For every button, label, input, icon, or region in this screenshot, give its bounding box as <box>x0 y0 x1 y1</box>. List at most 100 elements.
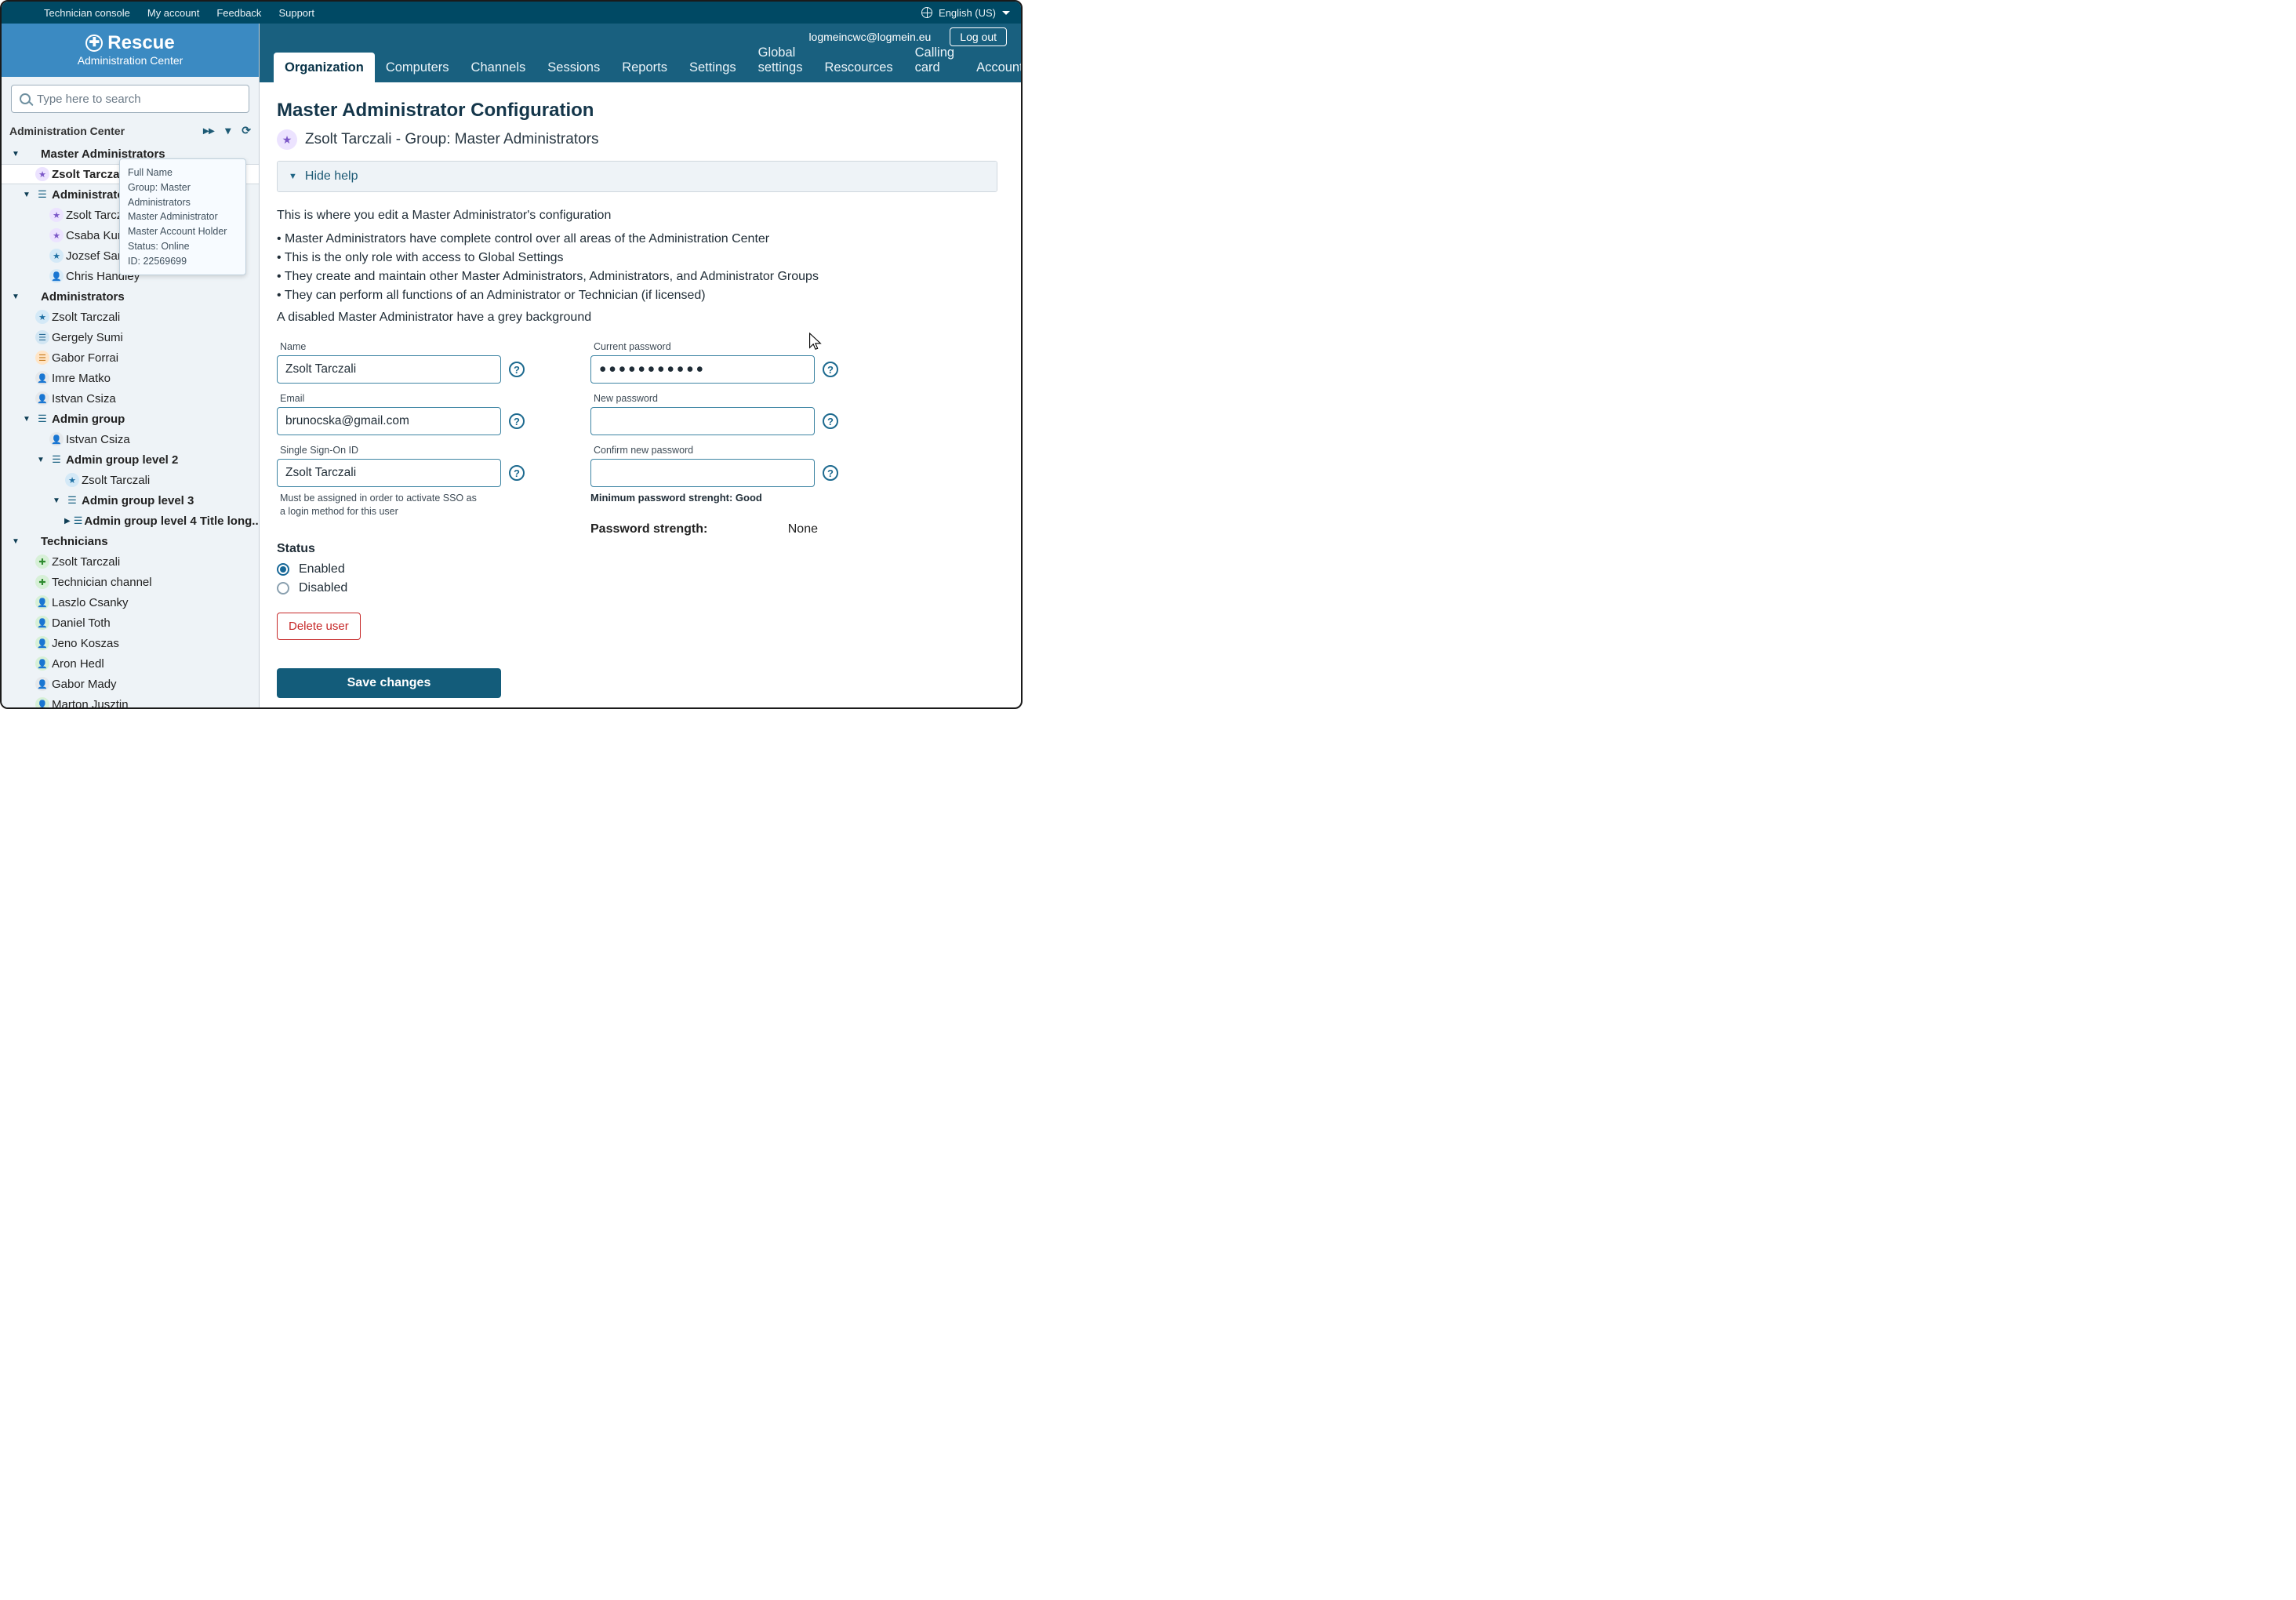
node-label: Imre Matko <box>52 372 111 385</box>
confirm-password-field[interactable] <box>590 459 815 487</box>
tree-node-zt5[interactable]: ✚Zsolt Tarczali <box>2 551 259 572</box>
node-label: Zsolt Tarczali <box>82 474 150 487</box>
brand-name: Rescue <box>107 34 174 53</box>
twisty-icon: ▼ <box>11 150 20 158</box>
help-icon[interactable]: ? <box>823 465 838 481</box>
help-icon[interactable]: ? <box>823 362 838 377</box>
delete-user-button[interactable]: Delete user <box>277 613 361 640</box>
link-my-account[interactable]: My account <box>147 7 199 19</box>
help-bullet: They can perform all functions of an Adm… <box>277 286 997 305</box>
node-icon: 👤 <box>35 391 50 405</box>
radio-on-icon <box>277 563 289 576</box>
tree-node-ag4[interactable]: ▶☰Admin group level 4 Title long... <box>2 511 259 531</box>
node-icon: 👤 <box>49 269 64 283</box>
node-label: Jeno Koszas <box>52 637 119 650</box>
node-icon: ✚ <box>35 555 50 569</box>
help-icon[interactable]: ? <box>509 362 525 377</box>
node-icon: ✚ <box>35 575 50 589</box>
tab-settings[interactable]: Settings <box>678 53 747 82</box>
node-icon: ☰ <box>35 413 50 425</box>
cursor-icon <box>806 332 823 352</box>
tree-node-mj[interactable]: 👤Marton Jusztin <box>2 694 259 707</box>
tree-node-ic2[interactable]: 👤Istvan Csiza <box>2 429 259 449</box>
tab-global-settings[interactable]: Global settings <box>747 38 814 82</box>
tree-node-ag[interactable]: ▼☰Admin group <box>2 409 259 429</box>
node-label: Daniel Toth <box>52 616 111 630</box>
tree-node-gf[interactable]: ☰Gabor Forrai <box>2 347 259 368</box>
node-icon: ★ <box>49 228 64 242</box>
sso-hint: Must be assigned in order to activate SS… <box>280 492 484 518</box>
node-label: Technician channel <box>52 576 152 589</box>
tab-account[interactable]: Account <box>965 53 1021 82</box>
node-icon: ★ <box>64 473 80 487</box>
link-feedback[interactable]: Feedback <box>216 7 261 19</box>
email-label: Email <box>280 393 543 404</box>
save-button[interactable]: Save changes <box>277 668 501 698</box>
help-icon[interactable]: ? <box>509 413 525 429</box>
node-label: Admin group level 3 <box>82 494 194 507</box>
tree-node-tc[interactable]: ✚Technician channel <box>2 572 259 592</box>
twisty-icon: ▼ <box>11 293 20 301</box>
status-enabled-label: Enabled <box>299 562 345 576</box>
tree-node-lc[interactable]: 👤Laszlo Csanky <box>2 592 259 613</box>
radio-off-icon <box>277 582 289 595</box>
twisty-icon: ▼ <box>11 537 20 546</box>
sidebar: ✚ Rescue Administration Center Type here… <box>2 24 260 707</box>
tree-node-ah[interactable]: 👤Aron Hedl <box>2 653 259 674</box>
status-enabled-radio[interactable]: Enabled <box>277 562 543 576</box>
help-icon[interactable]: ? <box>509 465 525 481</box>
expand-icon[interactable]: ▾ <box>225 124 231 137</box>
collapse-icon[interactable]: ▸▸ <box>203 124 214 137</box>
tree-node-jk[interactable]: 👤Jeno Koszas <box>2 633 259 653</box>
rescue-logo-icon: ✚ <box>85 35 103 52</box>
user-star-icon: ★ <box>277 129 297 150</box>
tooltip-line: Full Name <box>128 165 238 180</box>
twisty-icon: ▼ <box>22 191 31 199</box>
email-field[interactable] <box>277 407 501 435</box>
link-support[interactable]: Support <box>278 7 314 19</box>
refresh-icon[interactable]: ⟳ <box>242 124 251 137</box>
tab-sessions[interactable]: Sessions <box>536 53 611 82</box>
tree-node-zt3[interactable]: ★Zsolt Tarczali <box>2 307 259 327</box>
node-icon: ☰ <box>35 351 50 365</box>
tab-organization[interactable]: Organization <box>274 53 375 82</box>
node-icon: 👤 <box>35 616 50 630</box>
tab-computers[interactable]: Computers <box>375 53 460 82</box>
status-disabled-radio[interactable]: Disabled <box>277 581 543 595</box>
tab-calling-card[interactable]: Calling card <box>904 38 965 82</box>
tree-node-ag2[interactable]: ▼☰Admin group level 2 <box>2 449 259 470</box>
node-label: Zsolt Tarczali <box>52 168 126 181</box>
tree-node-ic[interactable]: 👤Istvan Csiza <box>2 388 259 409</box>
tooltip-line: Master Account Holder <box>128 224 238 239</box>
tab-rescources[interactable]: Rescources <box>814 53 904 82</box>
tree-node-zt4[interactable]: ★Zsolt Tarczali <box>2 470 259 490</box>
tree-node-gm[interactable]: 👤Gabor Mady <box>2 674 259 694</box>
tab-reports[interactable]: Reports <box>611 53 678 82</box>
status-title: Status <box>277 542 543 556</box>
name-field[interactable] <box>277 355 501 384</box>
tree-node-gs[interactable]: ☰Gergely Sumi <box>2 327 259 347</box>
chevron-down-icon <box>1002 11 1010 19</box>
sso-field[interactable] <box>277 459 501 487</box>
language-selector[interactable]: English (US) <box>921 7 1010 19</box>
tree-node-adm2[interactable]: ▼Administrators <box>2 286 259 307</box>
search-input[interactable]: Type here to search <box>11 85 249 113</box>
link-tech-console[interactable]: Technician console <box>44 7 130 19</box>
tree-node-im[interactable]: 👤Imre Matko <box>2 368 259 388</box>
new-password-field[interactable] <box>590 407 815 435</box>
language-label: English (US) <box>939 7 996 19</box>
pw-strength-label: Password strength: <box>590 522 707 536</box>
current-password-field[interactable] <box>590 355 815 384</box>
node-label: Admin group level 4 Title long... <box>84 515 259 528</box>
help-toggle[interactable]: Hide help <box>278 162 997 191</box>
sso-label: Single Sign-On ID <box>280 445 543 456</box>
tree-node-dt[interactable]: 👤Daniel Toth <box>2 613 259 633</box>
tree-node-ag3[interactable]: ▼☰Admin group level 3 <box>2 490 259 511</box>
help-bullet: Master Administrators have complete cont… <box>277 230 997 249</box>
tree-node-tech[interactable]: ▼Technicians <box>2 531 259 551</box>
help-icon[interactable]: ? <box>823 413 838 429</box>
tooltip-line: Status: Online <box>128 239 238 254</box>
tab-channels[interactable]: Channels <box>460 53 537 82</box>
node-icon: ☰ <box>64 494 80 507</box>
node-icon: ☰ <box>49 453 64 466</box>
